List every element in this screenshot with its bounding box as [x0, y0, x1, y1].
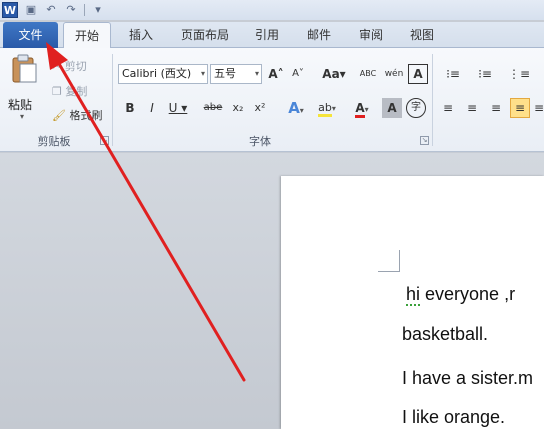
paste-icon [12, 54, 37, 83]
bold-icon: B [125, 101, 135, 115]
word-app-icon[interactable]: W [2, 2, 18, 18]
align-right-icon: ≡ [490, 101, 502, 115]
clipboard-launcher-icon[interactable]: ↘ [100, 136, 109, 145]
ribbon-tabs: 文件 开始 插入 页面布局 引用 邮件 审阅 视图 [0, 22, 544, 49]
clear-formatting-icon: ABC [359, 69, 377, 78]
spellcheck-word: hi [406, 284, 421, 306]
strikethrough-button[interactable]: abe [200, 98, 226, 118]
change-case-icon: Aa [322, 67, 340, 81]
tab-home[interactable]: 开始 [63, 22, 111, 49]
page-margin-corner [378, 250, 400, 272]
grow-font-icon: A [268, 67, 278, 81]
superscript-button[interactable]: x² [250, 98, 270, 118]
qat-separator [84, 4, 85, 16]
doc-line-4[interactable]: I like orange. [402, 407, 505, 428]
font-size-dropdown-icon: ▾ [254, 69, 259, 78]
character-shading-button[interactable]: A [382, 98, 402, 118]
distributed-icon: ≡ [534, 101, 544, 115]
justify-button[interactable]: ≡ [510, 98, 530, 118]
multilevel-list-button[interactable]: ⋮≡ [506, 64, 532, 84]
redo-icon[interactable]: ↷ [64, 3, 78, 17]
cut-button[interactable]: ✂ 剪切 [52, 58, 87, 74]
align-center-button[interactable]: ≡ [462, 98, 482, 118]
character-border-icon: A [413, 67, 423, 81]
enclose-characters-icon: 字 [411, 102, 421, 113]
font-color-icon: A [355, 101, 365, 118]
tab-references[interactable]: 引用 [247, 22, 287, 48]
format-painter-label: 格式刷 [69, 109, 103, 122]
paste-dropdown-icon[interactable]: ▾ [20, 112, 24, 121]
format-painter-button[interactable]: 🖌 格式刷 [52, 107, 102, 123]
font-name-value: Calibri (西文) [122, 67, 192, 80]
distributed-button[interactable]: ≡ [534, 98, 544, 118]
quick-access-toolbar: W ▣ ↶ ↷ ▾ [0, 0, 544, 20]
font-launcher-icon[interactable]: ↘ [420, 136, 429, 145]
italic-icon: I [150, 101, 154, 115]
group-separator [432, 54, 433, 146]
align-left-button[interactable]: ≡ [438, 98, 458, 118]
text-effects-button[interactable]: A▾ [282, 98, 310, 118]
copy-icon: ❐ [52, 85, 62, 98]
undo-icon[interactable]: ↶ [44, 3, 58, 17]
grow-font-button[interactable]: A˄ [266, 64, 286, 84]
text-effects-icon: A [288, 99, 300, 117]
font-color-button[interactable]: A▾ [348, 98, 376, 118]
character-border-button[interactable]: A [408, 64, 428, 84]
underline-icon: U [168, 101, 178, 115]
ribbon-home: 粘贴 ▾ ✂ 剪切 ❐ 复制 🖌 格式刷 剪贴板 ↘ Calibri (西文) ▾… [0, 48, 544, 152]
doc-line-3[interactable]: I have a sister.m [402, 368, 533, 389]
multilevel-list-icon: ⋮≡ [507, 67, 531, 81]
clear-formatting-button[interactable]: ABC [358, 64, 378, 84]
tab-file[interactable]: 文件 [3, 22, 58, 48]
align-left-icon: ≡ [442, 101, 454, 115]
copy-button[interactable]: ❐ 复制 [52, 83, 87, 99]
numbering-button[interactable]: ⁝≡ [472, 64, 498, 84]
tab-insert[interactable]: 插入 [121, 22, 161, 48]
tab-page-layout[interactable]: 页面布局 [172, 22, 238, 48]
character-shading-icon: A [387, 101, 397, 115]
doc-line-2[interactable]: basketball. [402, 324, 488, 345]
copy-label: 复制 [65, 85, 88, 98]
highlight-icon: ab [318, 101, 332, 117]
paste-button[interactable]: 粘贴 ▾ [8, 54, 42, 124]
font-size-value: 五号 [214, 67, 236, 80]
highlight-button[interactable]: ab▾ [312, 98, 342, 118]
bullets-button[interactable]: ⁝≡ [440, 64, 466, 84]
clipboard-group-label: 剪贴板 [37, 135, 71, 148]
subscript-button[interactable]: x₂ [228, 98, 248, 118]
shrink-font-icon: A [292, 68, 299, 79]
phonetic-guide-icon: wén [384, 69, 404, 79]
justify-icon: ≡ [514, 101, 526, 115]
scissors-icon: ✂ [52, 60, 62, 73]
italic-button[interactable]: I [142, 98, 162, 118]
bold-button[interactable]: B [120, 98, 140, 118]
doc-line-1[interactable]: hi everyone ,r [406, 284, 516, 306]
change-case-button[interactable]: Aa▾ [320, 64, 348, 84]
underline-button[interactable]: U ▾ [164, 98, 192, 118]
font-group-label: 字体 [249, 135, 271, 148]
align-center-icon: ≡ [466, 101, 478, 115]
numbering-icon: ⁝≡ [478, 67, 492, 81]
phonetic-guide-button[interactable]: wén [384, 64, 404, 84]
shrink-font-button[interactable]: A˅ [288, 64, 308, 84]
subscript-icon: x₂ [232, 101, 244, 114]
paste-label: 粘贴 [8, 98, 33, 112]
align-right-button[interactable]: ≡ [486, 98, 506, 118]
cut-label: 剪切 [64, 60, 87, 73]
customize-icon[interactable]: ▾ [91, 3, 105, 17]
bullets-icon: ⁝≡ [446, 67, 460, 81]
brush-icon: 🖌 [52, 109, 66, 122]
font-size-select[interactable]: 五号 ▾ [210, 64, 262, 84]
save-icon[interactable]: ▣ [24, 3, 38, 17]
superscript-icon: x² [254, 101, 266, 114]
group-separator [112, 54, 113, 146]
tab-view[interactable]: 视图 [402, 22, 442, 48]
tab-review[interactable]: 审阅 [351, 22, 391, 48]
strikethrough-icon: abe [203, 102, 223, 113]
doc-line-1-rest: everyone ,r [420, 284, 516, 304]
font-name-select[interactable]: Calibri (西文) ▾ [118, 64, 208, 84]
tab-mailings[interactable]: 邮件 [299, 22, 339, 48]
font-name-dropdown-icon: ▾ [200, 69, 205, 78]
enclose-characters-button[interactable]: 字 [406, 98, 426, 118]
